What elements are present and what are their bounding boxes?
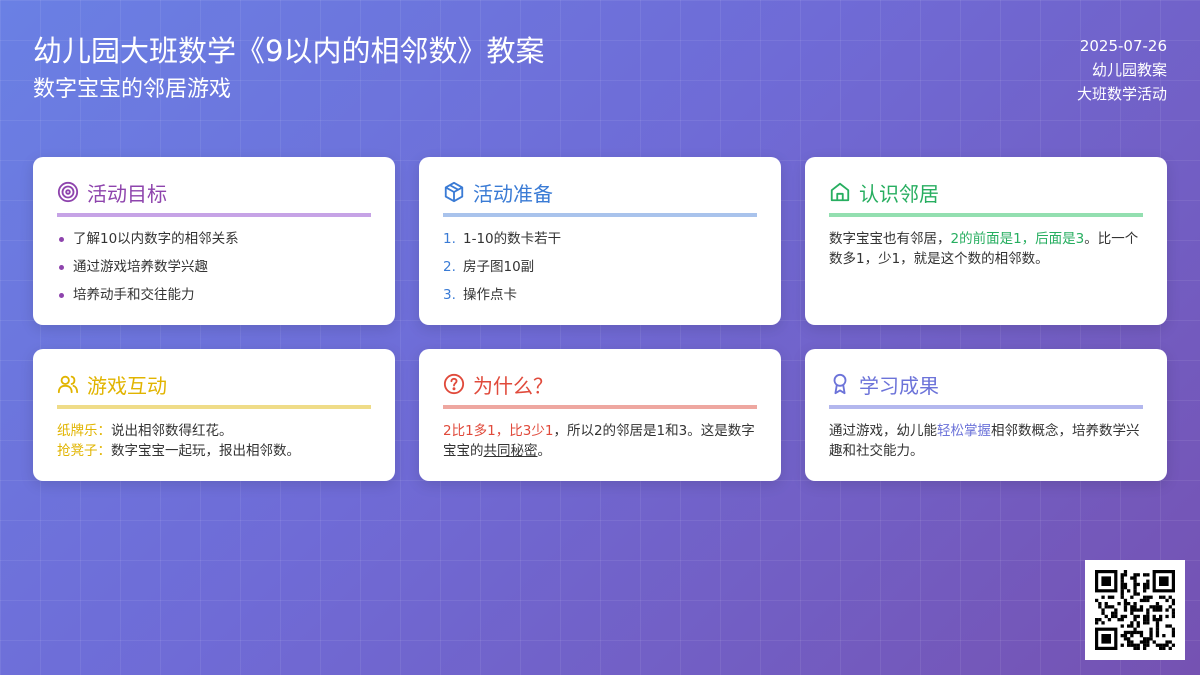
game-label: 纸牌乐： — [57, 423, 111, 439]
date-text: 2025-07-26 — [1079, 37, 1167, 55]
card-prep: 活动准备 1. 1-10的数卡若干 2. 房子图10副 3. 操作点卡 — [419, 157, 781, 325]
card-goals-title: 活动目标 — [87, 182, 167, 206]
box-icon — [443, 181, 465, 207]
card-goals: 活动目标 了解10以内数字的相邻关系 通过游戏培养数学兴趣 培养动手和交往能力 — [33, 157, 395, 325]
games-text: 纸牌乐：说出相邻数得红花。 抢凳子：数字宝宝一起玩，报出相邻数。 — [57, 421, 371, 461]
page-meta: 2025-07-26 幼儿园教案 大班数学活动 — [1077, 34, 1167, 106]
card-neighbors: 认识邻居 数字宝宝也有邻居，2的前面是1，后面是3。比一个数多1，少1，就是这个… — [805, 157, 1167, 325]
card-outcome: 学习成果 通过游戏，幼儿能轻松掌握相邻数概念，培养数学兴趣和社交能力。 — [805, 349, 1167, 481]
text-span: 。 — [537, 443, 552, 459]
list-item: 了解10以内数字的相邻关系 — [57, 229, 371, 249]
meta-category: 幼儿园教案 — [1091, 61, 1167, 79]
outcome-text: 通过游戏，幼儿能轻松掌握相邻数概念，培养数学兴趣和社交能力。 — [829, 421, 1143, 461]
target-icon — [57, 181, 79, 207]
list-item: 2. 房子图10副 — [443, 257, 757, 277]
list-number: 3. — [443, 287, 456, 303]
game-desc: 数字宝宝一起玩，报出相邻数。 — [111, 443, 300, 459]
page-header: 幼儿园大班数学《9以内的相邻数》教案 数字宝宝的邻居游戏 — [33, 32, 544, 106]
list-text: 房子图10副 — [463, 259, 535, 275]
highlight-text: 轻松掌握 — [937, 423, 991, 439]
meta-activity: 大班数学活动 — [1076, 85, 1167, 103]
card-why-title: 为什么？ — [473, 374, 553, 398]
card-neighbors-header: 认识邻居 — [829, 181, 1143, 217]
card-outcome-header: 学习成果 — [829, 373, 1143, 409]
prep-list: 1. 1-10的数卡若干 2. 房子图10副 3. 操作点卡 — [443, 229, 757, 305]
game-line-1: 纸牌乐：说出相邻数得红花。 — [57, 421, 371, 441]
card-games: 游戏互动 纸牌乐：说出相邻数得红花。 抢凳子：数字宝宝一起玩，报出相邻数。 — [33, 349, 395, 481]
neighbors-text: 数字宝宝也有邻居，2的前面是1，后面是3。比一个数多1，少1，就是这个数的相邻数… — [829, 229, 1143, 269]
game-line-2: 抢凳子：数字宝宝一起玩，报出相邻数。 — [57, 441, 371, 461]
goals-list: 了解10以内数字的相邻关系 通过游戏培养数学兴趣 培养动手和交往能力 — [57, 229, 371, 305]
card-neighbors-title: 认识邻居 — [859, 182, 939, 206]
card-prep-title: 活动准备 — [473, 182, 553, 206]
card-outcome-title: 学习成果 — [859, 374, 939, 398]
list-text: 1-10的数卡若干 — [463, 231, 562, 247]
qr-code-pattern — [1095, 570, 1175, 650]
highlight-text: 2的前面是1，后面是3 — [950, 231, 1085, 247]
award-icon — [829, 373, 851, 399]
text-span: 数字宝宝也有邻居， — [829, 231, 951, 247]
card-prep-header: 活动准备 — [443, 181, 757, 217]
game-desc: 说出相邻数得红花。 — [111, 423, 233, 439]
card-games-header: 游戏互动 — [57, 373, 371, 409]
card-why-header: 为什么？ — [443, 373, 757, 409]
page-subtitle: 数字宝宝的邻居游戏 — [33, 77, 232, 102]
why-text: 2比1多1，比3少1，所以2的邻居是1和3。这是数字宝宝的共同秘密。 — [443, 421, 757, 461]
page-title: 幼儿园大班数学《9以内的相邻数》教案 — [33, 34, 545, 68]
card-goals-header: 活动目标 — [57, 181, 371, 217]
card-games-title: 游戏互动 — [87, 374, 167, 398]
underline-text: 共同秘密 — [483, 443, 538, 459]
card-why: 为什么？ 2比1多1，比3少1，所以2的邻居是1和3。这是数字宝宝的共同秘密。 — [419, 349, 781, 481]
list-item: 3. 操作点卡 — [443, 285, 757, 305]
list-number: 2. — [443, 259, 456, 275]
qr-code — [1085, 560, 1185, 660]
game-label: 抢凳子： — [57, 443, 111, 459]
list-number: 1. — [443, 231, 456, 247]
home-icon — [829, 181, 851, 207]
list-item: 通过游戏培养数学兴趣 — [57, 257, 371, 277]
users-icon — [57, 373, 79, 399]
list-text: 操作点卡 — [463, 287, 517, 303]
question-circle-icon — [443, 373, 465, 399]
list-item: 1. 1-10的数卡若干 — [443, 229, 757, 249]
highlight-text: 2比1多1，比3少1 — [443, 423, 554, 439]
list-item: 培养动手和交往能力 — [57, 285, 371, 305]
text-span: 通过游戏，幼儿能 — [829, 423, 937, 439]
